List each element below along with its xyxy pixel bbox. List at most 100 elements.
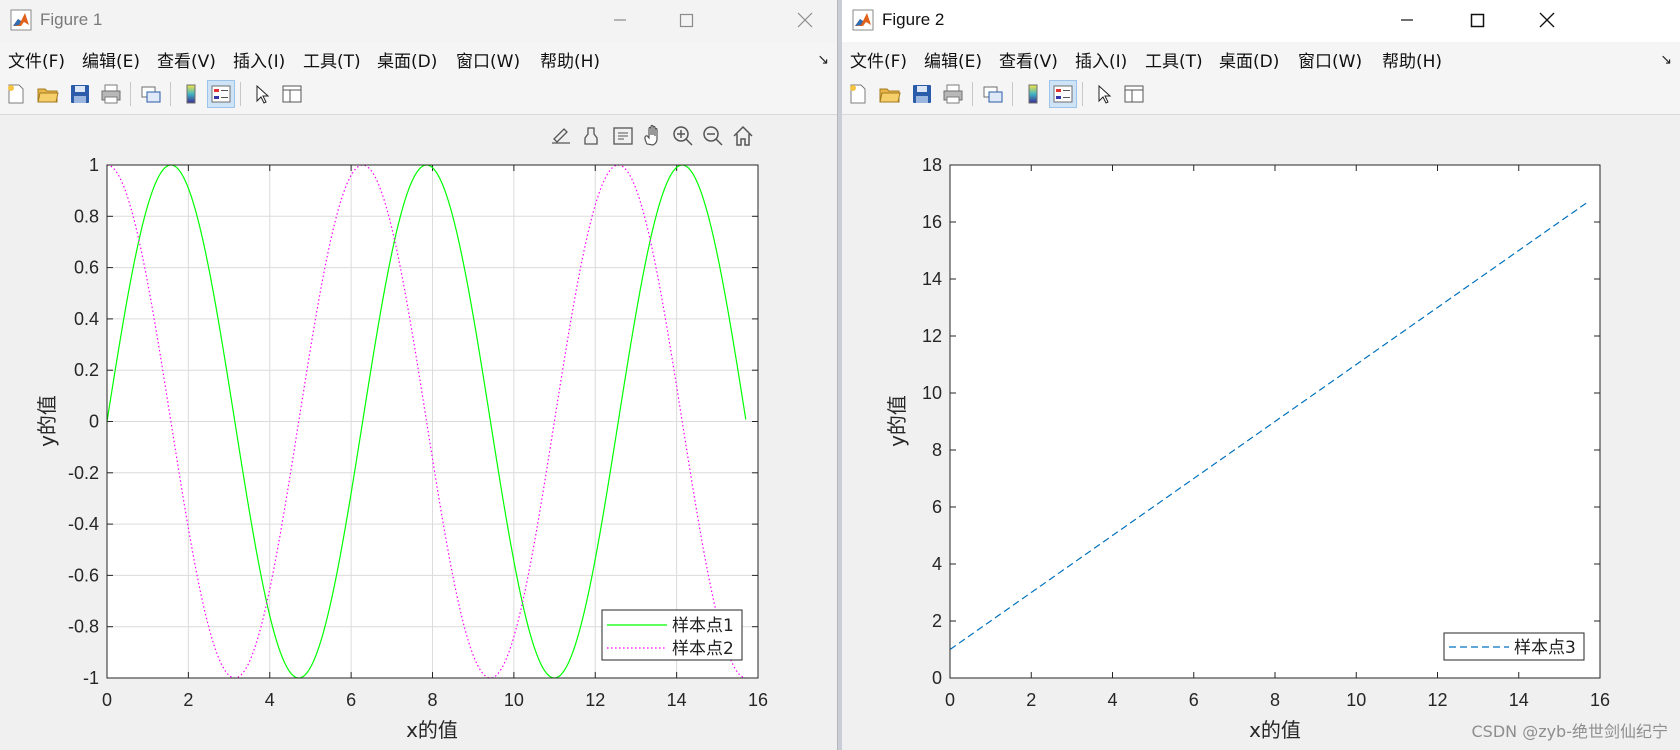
close-button[interactable] bbox=[770, 0, 837, 42]
colorbar-icon[interactable] bbox=[177, 80, 205, 108]
x-tick-label: 14 bbox=[1509, 690, 1529, 710]
x-tick-label: 16 bbox=[1590, 690, 1610, 710]
legend-label-series-2: 样本点2 bbox=[672, 639, 734, 659]
y-tick-label: 12 bbox=[922, 326, 942, 346]
pointer-icon[interactable] bbox=[247, 80, 275, 108]
print-icon[interactable] bbox=[939, 80, 967, 108]
property-inspector-icon[interactable] bbox=[1120, 80, 1148, 108]
y-axis-label: y的值 bbox=[35, 395, 59, 447]
menu-tools[interactable]: 工具(T) bbox=[1145, 47, 1203, 72]
y-tick-label: -0.4 bbox=[68, 514, 99, 534]
y-tick-label: 16 bbox=[922, 212, 942, 232]
menu-window[interactable]: 窗口(W) bbox=[456, 47, 520, 72]
menu-file[interactable]: 文件(F) bbox=[8, 47, 65, 72]
window-title: Figure 1 bbox=[40, 10, 103, 29]
menu-tools[interactable]: 工具(T) bbox=[303, 47, 361, 72]
new-file-icon[interactable] bbox=[2, 80, 30, 108]
menu-help[interactable]: 帮助(H) bbox=[1382, 47, 1442, 72]
colorbar-icon[interactable] bbox=[1019, 80, 1047, 108]
figure2-window[interactable]: Figure 2 文件(F) 编辑(E) 查看(V) 插入(I) 工具(T) 桌… bbox=[842, 0, 1680, 750]
menu-insert[interactable]: 插入(I) bbox=[233, 47, 285, 72]
legend-icon[interactable] bbox=[1049, 80, 1077, 108]
y-tick-labels: -1 -0.8 -0.6 -0.4 -0.2 0 0.2 0.4 0.6 0.8 1 bbox=[68, 155, 99, 688]
new-file-icon[interactable] bbox=[844, 80, 872, 108]
menu-window[interactable]: 窗口(W) bbox=[1298, 47, 1362, 72]
matlab-logo-icon bbox=[10, 9, 32, 31]
y-tick-label: 0.4 bbox=[74, 309, 99, 329]
minimize-icon bbox=[614, 19, 626, 21]
figure1-window[interactable]: Figure 1 文件(F) 编辑(E) 查看(V) 插入(I) 工具(T) 桌… bbox=[0, 0, 838, 750]
x-tick-labels: 0 2 4 6 8 10 12 14 16 bbox=[945, 690, 1610, 710]
menu-help[interactable]: 帮助(H) bbox=[540, 47, 600, 72]
menu-insert[interactable]: 插入(I) bbox=[1075, 47, 1127, 72]
save-icon[interactable] bbox=[908, 80, 936, 108]
figure1-plot-area: 0 2 4 6 8 10 12 14 16 -1 -0.8 -0.6 -0.4 -0.2 0 0.2 0.4 0… bbox=[0, 115, 837, 750]
menu-view[interactable]: 查看(V) bbox=[999, 47, 1058, 72]
print-icon[interactable] bbox=[97, 80, 125, 108]
window-title: Figure 2 bbox=[882, 10, 945, 29]
link-plot-icon[interactable] bbox=[137, 80, 165, 108]
pointer-icon[interactable] bbox=[1089, 80, 1117, 108]
menu-view[interactable]: 查看(V) bbox=[157, 47, 216, 72]
property-inspector-icon[interactable] bbox=[278, 80, 306, 108]
legend-label-series-3: 样本点3 bbox=[1514, 638, 1576, 658]
menu-desktop[interactable]: 桌面(D) bbox=[1219, 47, 1279, 72]
y-tick-label: -1 bbox=[83, 668, 99, 688]
x-tick-label: 6 bbox=[1189, 690, 1199, 710]
maximize-button[interactable] bbox=[1442, 0, 1512, 42]
figure2-toolbar bbox=[842, 76, 1680, 115]
save-icon[interactable] bbox=[66, 80, 94, 108]
y-axis-label: y的值 bbox=[885, 395, 909, 447]
link-plot-icon[interactable] bbox=[979, 80, 1007, 108]
x-tick-label: 14 bbox=[667, 690, 687, 710]
x-tick-label: 10 bbox=[1346, 690, 1366, 710]
figure2-titlebar[interactable]: Figure 2 bbox=[842, 0, 1680, 42]
menu-desktop[interactable]: 桌面(D) bbox=[377, 47, 437, 72]
close-button[interactable] bbox=[1512, 0, 1582, 42]
close-icon bbox=[797, 12, 813, 28]
y-tick-label: -0.8 bbox=[68, 617, 99, 637]
x-tick-label: 4 bbox=[265, 690, 275, 710]
data-tips-icon[interactable] bbox=[613, 127, 633, 145]
x-tick-label: 2 bbox=[183, 690, 193, 710]
y-tick-label: 4 bbox=[932, 554, 942, 574]
zoom-in-icon[interactable] bbox=[673, 126, 693, 146]
brush-edit-icon[interactable] bbox=[552, 128, 570, 144]
x-tick-label: 12 bbox=[585, 690, 605, 710]
menu-edit[interactable]: 编辑(E) bbox=[82, 47, 140, 72]
close-icon bbox=[1539, 12, 1555, 28]
y-tick-label: 0.6 bbox=[74, 258, 99, 278]
y-tick-label: 10 bbox=[922, 383, 942, 403]
y-tick-label: 0.2 bbox=[74, 360, 99, 380]
minimize-button[interactable] bbox=[1372, 0, 1442, 42]
minimize-button[interactable] bbox=[585, 0, 655, 42]
legend-label-series-1: 样本点1 bbox=[672, 616, 734, 636]
open-folder-icon[interactable] bbox=[34, 80, 62, 108]
x-axis-label: x的值 bbox=[1249, 718, 1301, 742]
x-axis-label: x的值 bbox=[406, 718, 458, 742]
axes-toolbar bbox=[552, 124, 753, 146]
x-tick-label: 0 bbox=[945, 690, 955, 710]
maximize-button[interactable] bbox=[651, 0, 721, 42]
legend[interactable]: 样本点3 bbox=[1443, 632, 1585, 661]
dock-arrow-icon[interactable]: ↘ bbox=[1660, 52, 1672, 68]
y-tick-label: 14 bbox=[922, 269, 942, 289]
home-icon[interactable] bbox=[733, 125, 753, 146]
y-tick-label: 0 bbox=[89, 412, 99, 432]
legend[interactable]: 样本点1 样本点2 bbox=[601, 609, 743, 661]
y-tick-label: 1 bbox=[89, 155, 99, 175]
x-tick-label: 12 bbox=[1427, 690, 1447, 710]
zoom-out-icon[interactable] bbox=[703, 126, 723, 146]
dock-arrow-icon[interactable]: ↘ bbox=[817, 52, 829, 68]
y-tick-label: 18 bbox=[922, 155, 942, 175]
open-folder-icon[interactable] bbox=[876, 80, 904, 108]
menu-edit[interactable]: 编辑(E) bbox=[924, 47, 982, 72]
data-brush-icon[interactable] bbox=[584, 127, 598, 145]
minimize-icon bbox=[1401, 19, 1413, 21]
x-tick-labels: 0 2 4 6 8 10 12 14 16 bbox=[102, 690, 768, 710]
x-tick-label: 10 bbox=[504, 690, 524, 710]
pan-hand-icon[interactable] bbox=[644, 124, 658, 146]
legend-icon[interactable] bbox=[207, 80, 235, 108]
menu-file[interactable]: 文件(F) bbox=[850, 47, 907, 72]
figure1-titlebar[interactable]: Figure 1 bbox=[0, 0, 837, 42]
